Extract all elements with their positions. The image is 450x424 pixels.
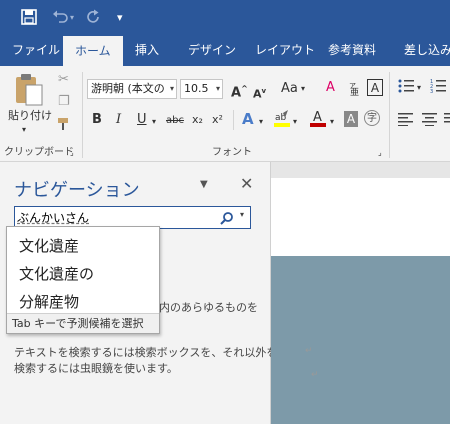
pane-options-icon[interactable]: ▼ [200,179,208,190]
font-name-value: 游明朝 (本文の [91,82,165,95]
close-icon[interactable]: ✕ [240,174,253,193]
font-color-icon[interactable]: A [309,109,327,134]
paste-button[interactable]: 貼り付け [8,108,52,124]
font-launcher-icon[interactable]: ⌟ [378,145,382,161]
redo-icon[interactable] [86,9,102,29]
paste-dropdown-icon[interactable]: ▾ [22,122,26,138]
text-effects-icon[interactable]: A [242,111,254,127]
suggestion-hint: Tab キーで予測候補を選択 [7,313,159,333]
tab-layout[interactable]: レイアウト [255,36,315,66]
font-color-dropdown-icon[interactable]: ▾ [330,114,334,130]
undo-icon[interactable] [52,9,70,29]
character-shading-icon[interactable]: A [344,111,358,127]
highlight-dropdown-icon[interactable]: ▾ [293,114,297,130]
undo-dropdown-icon[interactable]: ▾ [70,9,74,27]
chevron-down-icon: ▾ [215,84,220,93]
paragraph-mark-icon: ↵ [305,346,313,356]
tab-references[interactable]: 参考資料 [328,36,376,66]
ribbon-separator [82,72,83,158]
italic-button[interactable]: I [116,112,121,128]
underline-button[interactable]: U [137,112,147,128]
document-page[interactable] [271,178,450,256]
tab-mailings[interactable]: 差し込み [404,36,450,66]
format-painter-icon[interactable] [56,116,72,137]
paragraph-mark-icon: ↵ [311,370,319,380]
ribbon-separator [233,110,234,130]
align-right-icon[interactable] [444,112,450,131]
shrink-font-icon[interactable]: Av [253,83,266,103]
font-size-combo[interactable]: 10.5 ▾ [180,79,223,99]
grow-font-icon[interactable]: A^ [231,81,248,101]
document-image-region[interactable]: ↵ ↵ [271,256,450,424]
change-case-button[interactable]: Aa [281,81,298,97]
strikethrough-button[interactable]: abc [166,113,184,129]
underline-dropdown-icon[interactable]: ▾ [152,114,156,130]
search-input[interactable] [17,209,213,226]
suggestion-item[interactable]: 文化遺産の [19,263,94,284]
customize-qat-icon[interactable]: ▾ [117,9,123,27]
document-area[interactable]: ⌟ ↵ ↵ [271,162,450,424]
enclose-characters-icon[interactable]: 字 [364,110,380,126]
highlight-icon[interactable]: ab [273,109,291,134]
font-name-combo[interactable]: 游明朝 (本文の ▾ [87,79,177,99]
nav-partial-text: 内のあらゆるものを [159,301,258,314]
ruby-icon[interactable]: ア亜 [346,80,362,101]
chevron-down-icon: ▾ [169,84,174,93]
tab-home[interactable]: ホーム [63,36,123,66]
numbering-icon[interactable]: 123 [430,78,446,99]
subscript-button[interactable]: x₂ [192,112,203,128]
navigation-pane: ナビゲーション ▼ ✕ ▾ 内のあらゆるものを テキストを検索するには検索ボック… [0,162,277,424]
bullets-icon[interactable] [398,78,414,99]
suggestion-item[interactable]: 分解産物 [19,291,79,312]
clear-formatting-icon[interactable]: A [326,80,335,96]
tab-design[interactable]: デザイン [188,36,236,66]
copy-icon[interactable]: ❐ [58,94,70,110]
clipboard-group-label: クリップボード [4,147,74,158]
tab-insert[interactable]: 挿入 [135,36,159,66]
character-border-icon[interactable]: A [367,79,383,96]
text-effects-dropdown-icon[interactable]: ▾ [259,114,263,130]
tab-file[interactable]: ファイル [12,36,60,66]
change-case-dropdown-icon[interactable]: ▾ [301,81,305,97]
save-icon[interactable] [21,9,37,29]
cut-icon[interactable]: ✂ [58,72,69,88]
superscript-button[interactable]: x² [212,112,223,128]
paste-icon[interactable] [12,72,46,111]
align-center-icon[interactable] [422,112,438,131]
search-icon[interactable] [220,210,234,229]
nav-help-line2: 検索するには虫眼鏡を使います。 [14,362,178,375]
nav-help-line1: テキストを検索するには検索ボックスを、それ以外を [14,346,278,359]
clipboard-launcher-icon[interactable]: ⌟ [70,145,74,161]
suggestion-dropdown: 文化遺産 文化遺産の 分解産物 Tab キーで予測候補を選択 [6,226,160,334]
suggestion-item[interactable]: 文化遺産 [19,235,79,256]
ribbon-tabs: ファイル ホーム 挿入 デザイン レイアウト 参考資料 差し込み [0,36,450,66]
ribbon: 貼り付け ▾ ✂ ❐ クリップボード ⌟ 游明朝 (本文の ▾ 10.5 ▾ A… [0,66,450,162]
svg-text:A: A [313,110,322,125]
font-group-label: フォント [212,147,252,158]
svg-text:亜: 亜 [350,87,359,96]
svg-text:3: 3 [430,89,433,94]
ribbon-separator [389,72,390,158]
search-options-icon[interactable]: ▾ [240,210,244,219]
bullets-dropdown-icon[interactable]: ▾ [417,80,421,96]
align-left-icon[interactable] [398,112,414,131]
title-bar: ▾ ▾ [0,0,450,36]
navigation-title: ナビゲーション [14,180,140,201]
bold-button[interactable]: B [92,112,102,128]
font-size-value: 10.5 [184,82,209,95]
